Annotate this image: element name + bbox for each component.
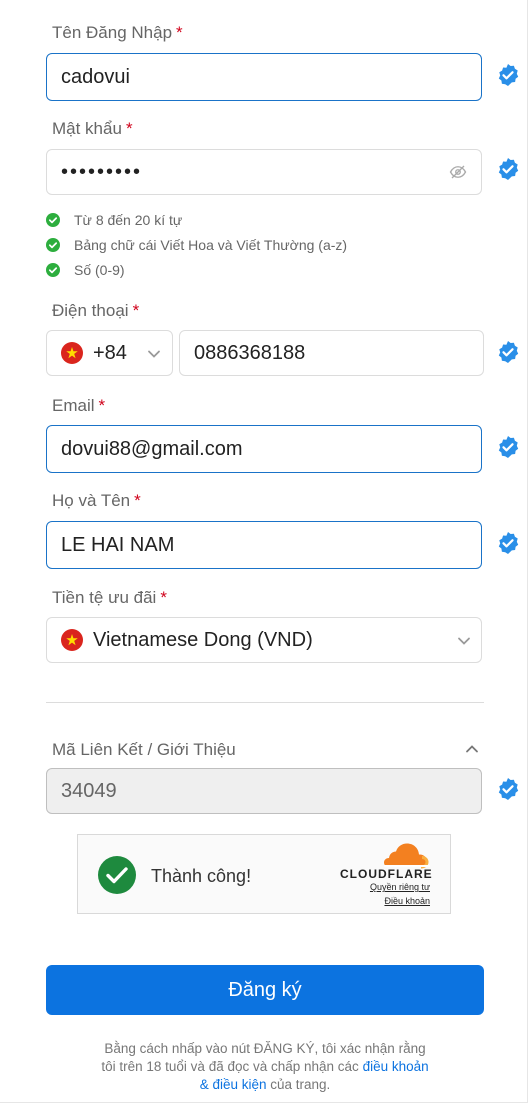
password-input[interactable]: •••••••••: [46, 149, 482, 195]
email-input[interactable]: dovui88@gmail.com: [46, 425, 482, 473]
verified-icon: [498, 341, 519, 363]
check-circle-icon: [46, 263, 60, 277]
username-label: Tên Đăng Nhập *: [52, 23, 183, 42]
cloudflare-wordmark: CLOUDFLARE: [340, 867, 433, 881]
vietnam-flag-icon: [61, 342, 83, 364]
terms-link[interactable]: Điều khoản: [384, 896, 430, 906]
eye-off-icon[interactable]: [449, 164, 467, 180]
username-input[interactable]: cadovui: [46, 53, 482, 101]
password-label: Mật khẩu *: [52, 119, 133, 138]
password-rule-case: Bảng chữ cái Viết Hoa và Viết Thường (a-…: [46, 237, 347, 253]
chevron-down-icon: [148, 350, 160, 358]
verified-icon: [498, 778, 519, 800]
verified-icon: [498, 64, 519, 86]
verified-icon: [498, 158, 519, 180]
currency-label: Tiền tệ ưu đãi *: [52, 588, 167, 607]
referral-input: 34049: [46, 768, 482, 814]
phone-label: Điện thoại *: [52, 301, 140, 320]
terms-note: Bằng cách nhấp vào nút ĐĂNG KÝ, tôi xác …: [101, 1041, 429, 1092]
chevron-up-icon[interactable]: [465, 742, 479, 756]
divider: [46, 702, 484, 703]
chevron-down-icon: [458, 637, 470, 645]
phone-input[interactable]: 0886368188: [179, 330, 484, 376]
check-circle-icon: [46, 238, 60, 252]
fullname-input[interactable]: LE HAI NAM: [46, 521, 482, 569]
register-button[interactable]: Đăng ký: [46, 965, 484, 1015]
password-rule-digit: Số (0-9): [46, 262, 125, 278]
vietnam-flag-icon: [61, 629, 83, 651]
verified-icon: [498, 532, 519, 554]
success-check-icon: [98, 856, 136, 894]
referral-label[interactable]: Mã Liên Kết / Giới Thiệu: [52, 740, 236, 760]
captcha-status: Thành công!: [151, 866, 252, 886]
cloudflare-logo-icon: [384, 843, 430, 869]
check-circle-icon: [46, 213, 60, 227]
captcha-widget[interactable]: Thành công! CLOUDFLARE Quyền riêng tư Đi…: [77, 834, 451, 914]
fullname-label: Họ và Tên *: [52, 491, 141, 510]
privacy-link[interactable]: Quyền riêng tư: [370, 882, 430, 892]
verified-icon: [498, 436, 519, 458]
email-label: Email *: [52, 396, 106, 415]
currency-select[interactable]: Vietnamese Dong (VND): [46, 617, 482, 663]
password-rule-length: Từ 8 đến 20 kí tự: [46, 212, 182, 228]
